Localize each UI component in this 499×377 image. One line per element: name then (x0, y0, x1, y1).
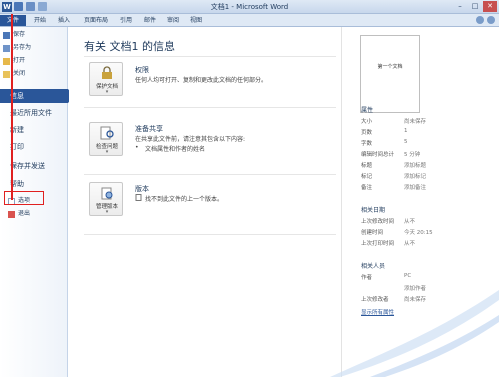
prepare-sharing-title: 准备共享 (135, 125, 163, 133)
protect-document-button[interactable]: 保护文档 ▾ (89, 62, 123, 96)
date-printed-value: 从不 (404, 241, 416, 247)
prop-size-value: 尚未保存 (404, 119, 427, 125)
exit-label: 退出 (18, 210, 31, 217)
close-command[interactable]: 关闭 (3, 69, 25, 79)
prepare-sharing-text: 在共享此文件前，请注意其包含以下内容: (135, 136, 246, 143)
exit-command[interactable]: 退出 (8, 209, 30, 219)
prop-pages-value: 1 (404, 128, 408, 134)
manage-versions-button[interactable]: 管理版本 ▾ (89, 182, 123, 216)
close-button[interactable]: ✕ (483, 1, 497, 12)
prop-size-label: 大小 (361, 119, 373, 125)
maximize-button[interactable]: □ (468, 1, 482, 12)
minimize-ribbon-icon[interactable] (476, 16, 484, 24)
document-preview[interactable]: 第一个文档 (360, 35, 420, 113)
ribbon-tabs: 文件 开始 插入 页面布局 引用 邮件 审阅 视图 (0, 14, 499, 27)
divider (84, 107, 336, 108)
chevron-down-icon: ▾ (105, 209, 109, 215)
open-label: 打开 (13, 57, 26, 64)
tab-home[interactable]: 开始 (34, 15, 46, 26)
properties-header[interactable]: 属性 (361, 105, 373, 114)
info-panel: 有关 文档1 的信息 保护文档 ▾ 权限 任何人均可打开、复制和更改此文档的任何… (69, 27, 341, 377)
save-icon (3, 31, 10, 39)
tab-references[interactable]: 引用 (120, 15, 132, 26)
date-modified-value: 从不 (404, 219, 416, 225)
save-label: 保存 (13, 31, 26, 38)
permissions-title: 权限 (135, 66, 149, 74)
save-as-command[interactable]: 另存为 (3, 43, 31, 53)
divider (84, 56, 336, 57)
tab-insert[interactable]: 插入 (58, 15, 70, 26)
exit-icon (8, 210, 15, 218)
document-icon (135, 194, 142, 201)
tab-mailings[interactable]: 邮件 (144, 15, 156, 26)
prop-title-value[interactable]: 添加标题 (404, 161, 426, 169)
date-created-label: 创建时间 (361, 230, 384, 236)
save-as-icon (3, 44, 10, 52)
divider (84, 174, 336, 175)
date-printed-label: 上次打印时间 (361, 241, 395, 247)
ribbon-right-icons (476, 16, 495, 24)
help-icon[interactable] (487, 16, 495, 24)
prop-edit-time-label: 编辑时间总计 (361, 152, 395, 158)
date-modified-label: 上次修改时间 (361, 219, 395, 225)
tab-view[interactable]: 视图 (190, 15, 202, 26)
inspect-document-icon (100, 126, 114, 140)
close-label: 关闭 (13, 70, 26, 77)
prop-pages-label: 页数 (361, 130, 373, 136)
tab-page-layout[interactable]: 页面布局 (84, 15, 108, 26)
dates-header: 相关日期 (361, 207, 386, 214)
prop-words-label: 字数 (361, 141, 373, 147)
save-command[interactable]: 保存 (3, 30, 25, 40)
check-issues-button[interactable]: 检查问题 ▾ (89, 122, 123, 156)
versions-icon (101, 187, 113, 200)
window-title: 文档1 - Microsoft Word (210, 3, 289, 11)
tab-review[interactable]: 审阅 (167, 15, 179, 26)
prepare-sharing-item: 文档属性和作者的姓名 (145, 146, 206, 153)
save-as-label: 另存为 (13, 44, 32, 51)
lock-icon (102, 66, 112, 79)
open-command[interactable]: 打开 (3, 56, 25, 66)
close-document-icon (3, 70, 10, 78)
decorative-swoosh (330, 290, 499, 377)
annotation-box (4, 191, 44, 205)
divider (84, 234, 336, 235)
prop-title-label: 标题 (361, 163, 373, 169)
prop-tags-label: 标记 (361, 174, 373, 180)
window-controls: – □ ✕ (453, 1, 497, 12)
prop-comments-value[interactable]: 添加备注 (404, 183, 426, 191)
preview-text: 第一个文档 (377, 64, 403, 70)
prop-tags-value[interactable]: 添加标记 (404, 172, 426, 180)
date-created-value: 今天 20:15 (404, 230, 433, 236)
people-header: 相关人员 (361, 263, 386, 270)
title-bar: W 文档1 - Microsoft Word – □ ✕ (0, 0, 499, 14)
prop-comments-label: 备注 (361, 185, 373, 191)
prop-edit-time-value: 5 分钟 (404, 152, 421, 158)
page-title: 有关 文档1 的信息 (84, 40, 175, 53)
bullet-icon: • (135, 144, 139, 151)
chevron-down-icon: ▾ (105, 149, 109, 155)
versions-title: 版本 (135, 185, 149, 193)
tab-file[interactable]: 文件 (0, 15, 26, 26)
versions-text: 找不到此文件的上一个版本。 (145, 196, 224, 203)
prop-words-value: 5 (404, 139, 408, 145)
minimize-button[interactable]: – (453, 1, 467, 12)
chevron-down-icon: ▾ (105, 89, 109, 95)
folder-icon (3, 57, 10, 65)
permissions-text: 任何人均可打开、复制和更改此文档的任何部分。 (135, 77, 268, 84)
annotation-line (11, 14, 13, 200)
